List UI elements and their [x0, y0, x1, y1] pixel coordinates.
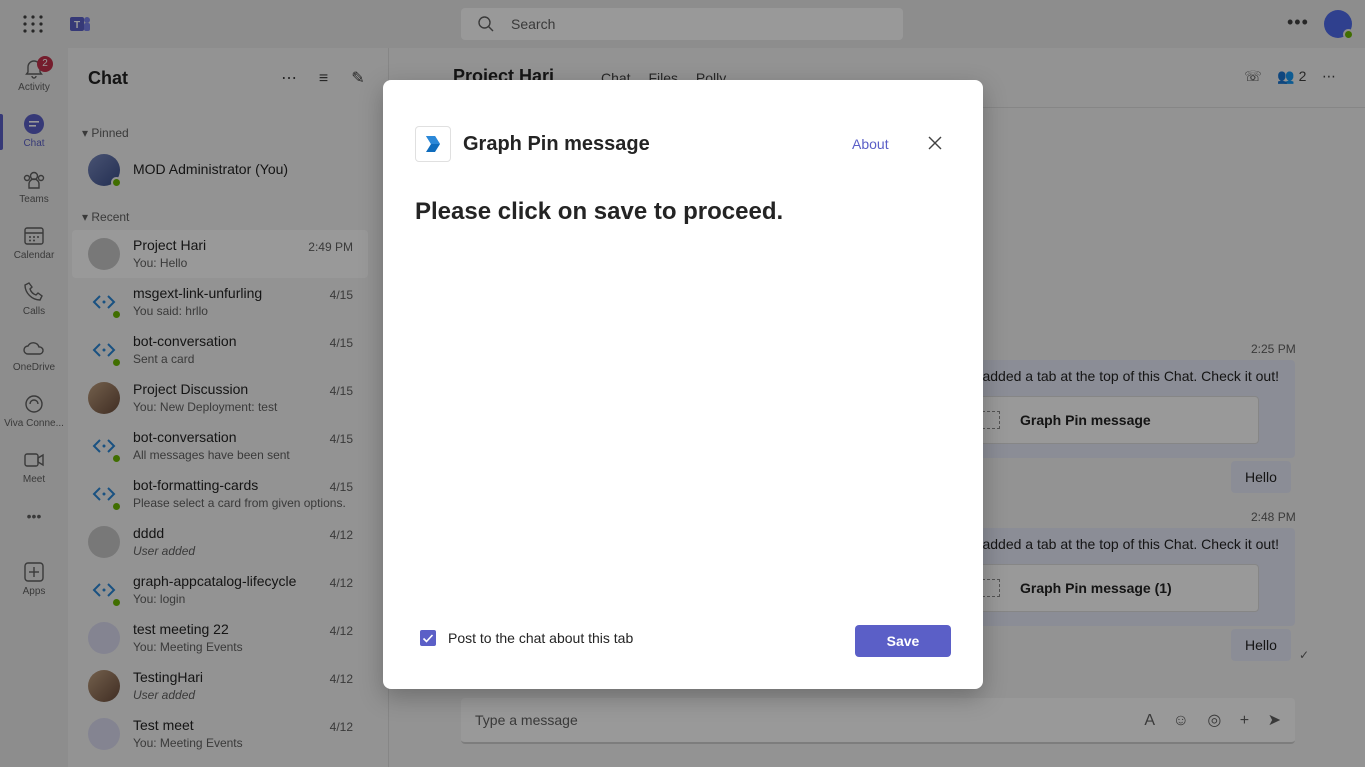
save-button[interactable]: Save: [855, 625, 951, 657]
dialog-title: Graph Pin message: [463, 133, 650, 155]
close-icon[interactable]: [926, 134, 944, 152]
graph-pin-dialog: Graph Pin message About Please click on …: [383, 80, 983, 689]
checkmark-icon: [422, 634, 434, 643]
app-icon: [415, 126, 451, 162]
checkbox-label[interactable]: Post to the chat about this tab: [448, 630, 633, 646]
post-to-chat-checkbox[interactable]: [420, 630, 436, 646]
about-link[interactable]: About: [852, 136, 889, 152]
dialog-message: Please click on save to proceed.: [415, 198, 784, 225]
